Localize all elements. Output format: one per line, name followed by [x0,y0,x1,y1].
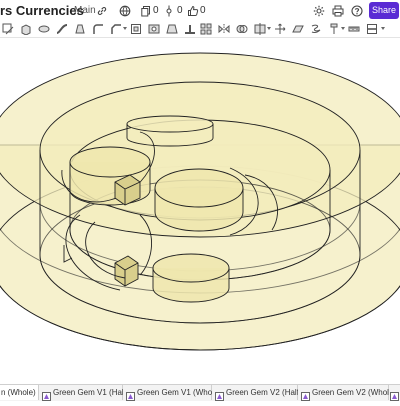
part-studio-icon [215,388,224,401]
model-render[interactable] [0,38,400,384]
part-studio-icon [301,388,310,401]
fillet-icon[interactable] [92,23,104,35]
link-icon[interactable] [96,4,108,16]
part-studio-icon [126,388,135,401]
tab-overflow[interactable] [389,385,400,401]
share-button[interactable]: Share [369,2,399,19]
thumbs-up-icon[interactable] [187,4,199,16]
measure-icon[interactable] [348,23,360,35]
left-cup-top [69,146,151,178]
copies-count: 0 [153,5,159,16]
tab-label: Green Gem V2 (Whole) [312,388,397,397]
draft-icon[interactable] [166,23,178,35]
chevron-down-icon[interactable] [267,27,271,30]
branch-label[interactable]: Main [74,5,96,16]
versions-count: 0 [177,5,183,16]
rib-icon[interactable] [184,23,196,35]
copies-icon[interactable] [140,4,152,17]
globe-icon[interactable] [119,4,131,17]
pattern-icon[interactable] [200,23,212,35]
transform-icon[interactable] [274,23,286,35]
likes-count: 0 [200,5,206,16]
tab-label: Green Gem V1 (Half) [53,388,129,397]
feature-toolbar [0,21,400,38]
tab-label: Green Gem V1 (Whole) [137,388,222,397]
help-icon[interactable] [351,4,363,17]
boolean-icon[interactable] [236,23,248,35]
plane-icon[interactable] [292,23,304,35]
tab-green-gem-v2-whole[interactable]: Green Gem V2 (Whole) [298,385,396,401]
graphics-viewport[interactable] [0,38,400,384]
hole-icon[interactable] [148,23,160,35]
split-icon[interactable] [254,23,266,35]
part-studio-icon [42,388,51,401]
mirror-icon[interactable] [218,23,230,35]
extrude-icon[interactable] [20,23,32,35]
print-icon[interactable] [332,4,344,17]
helix-icon[interactable] [310,23,322,35]
document-header: rs Currencies Main 0 0 0 Share [0,0,400,21]
chamfer-icon[interactable] [110,23,122,35]
tab-green-gem-v1-half[interactable]: Green Gem V1 (Half) [39,385,129,401]
gear-icon[interactable] [313,4,325,17]
upper-slot-top [126,115,214,133]
tab-bar: n (Whole) Green Gem V1 (Half) Green Gem … [0,384,400,401]
tab-label: n (Whole) [1,388,36,397]
tab-green-gem-v1-whole[interactable]: Green Gem V1 (Whole) [123,385,221,401]
chevron-down-icon[interactable] [381,27,385,30]
chevron-down-icon[interactable] [341,27,345,30]
loft-icon[interactable] [74,23,86,35]
section-view-icon[interactable] [366,23,378,35]
tab-whole[interactable]: n (Whole) [0,385,39,400]
sketch-tool-icon[interactable] [2,23,14,35]
bottom-cup-top [152,253,230,283]
mate-connector-icon[interactable] [328,23,340,35]
center-cup-top [154,168,244,208]
version-icon[interactable] [163,4,175,17]
tab-label: Green Gem V2 (Half) [226,388,302,397]
part-studio-icon [390,388,399,401]
tab-green-gem-v2-half[interactable]: Green Gem V2 (Half) [212,385,302,401]
sweep-icon[interactable] [56,23,68,35]
chevron-down-icon[interactable] [123,27,127,30]
document-title[interactable]: rs Currencies [0,3,84,18]
revolve-icon[interactable] [38,23,50,35]
shell-icon[interactable] [130,23,142,35]
